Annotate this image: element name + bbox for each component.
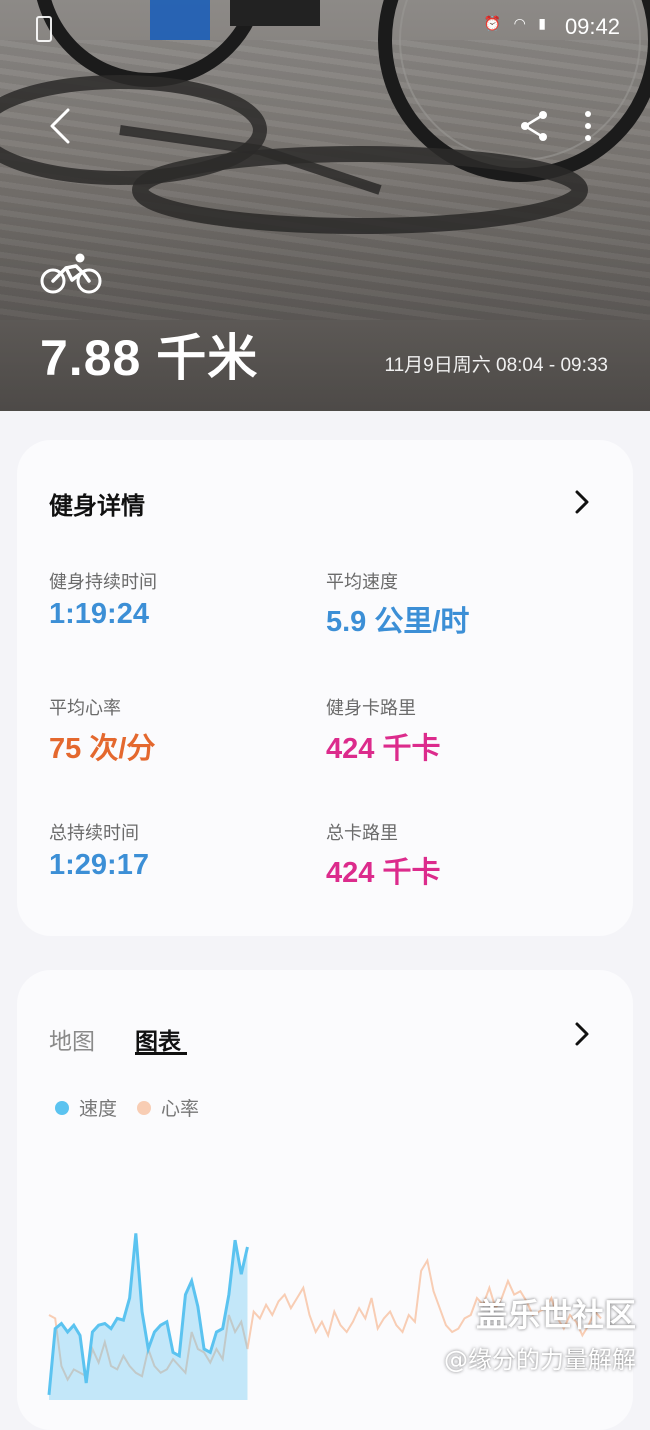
stat-value-duration: 1:19:24 (49, 598, 149, 630)
stat-label-total-duration: 总持续时间 (49, 823, 139, 844)
wifi-icon: ◠ (513, 16, 530, 32)
more-options-icon[interactable] (574, 106, 602, 146)
legend-label-heart-rate: 心率 (161, 1098, 200, 1120)
tab-chart[interactable]: 图表 (135, 1022, 181, 1056)
stat-label-workout-calories: 健身卡路里 (326, 698, 416, 719)
chevron-right-icon[interactable] (571, 488, 593, 516)
legend-item-speed[interactable]: 速度 (55, 1094, 117, 1121)
watermark-author: @缘分的力量解解 (444, 1346, 636, 1374)
distance-value: 7.88 千米 (40, 330, 259, 386)
tab-chart-underline (135, 1052, 187, 1055)
watermark-title: 盖乐世社区 (475, 1296, 636, 1334)
legend-label-speed: 速度 (79, 1098, 118, 1120)
stat-label-total-calories: 总卡路里 (326, 823, 398, 844)
legend-dot-heart-rate (137, 1100, 151, 1115)
stat-value-total-calories: 424 千卡 (326, 857, 441, 889)
stat-value-workout-calories: 424 千卡 (326, 733, 441, 765)
speed-series-area (49, 1233, 248, 1400)
legend-item-heart-rate[interactable]: 心率 (137, 1094, 199, 1121)
stat-label-duration: 健身持续时间 (49, 572, 157, 593)
legend-dot-speed (55, 1100, 69, 1115)
tab-map[interactable]: 地图 (49, 1022, 95, 1056)
cycling-icon (40, 253, 102, 294)
status-time: 09:42 (564, 14, 620, 39)
battery-icon (36, 16, 52, 42)
status-icons: ⏰ ◠ ▮ (484, 16, 550, 32)
alarm-icon: ⏰ (483, 16, 506, 32)
stat-value-avg-speed: 5.9 公里/时 (326, 606, 470, 638)
stat-value-avg-heart-rate: 75 次/分 (49, 733, 156, 765)
signal-icon: ▮ (538, 16, 550, 32)
hero-banner: ⏰ ◠ ▮ 09:42 7.88 千米 11月9日周六 08:04 - 09:3… (0, 0, 650, 411)
stat-label-avg-heart-rate: 平均心率 (49, 698, 121, 719)
share-icon[interactable] (516, 108, 552, 144)
workout-details-title: 健身详情 (49, 492, 145, 520)
stat-label-avg-speed: 平均速度 (326, 572, 398, 593)
chevron-right-icon[interactable] (571, 1020, 593, 1048)
status-bar: ⏰ ◠ ▮ 09:42 (0, 0, 650, 56)
workout-date-range: 11月9日周六 08:04 - 09:33 (384, 355, 608, 376)
back-arrow-icon[interactable] (44, 106, 78, 146)
workout-details-card[interactable]: 健身详情 健身持续时间 1:19:24 平均速度 5.9 公里/时 平均心率 7… (17, 440, 633, 936)
stat-value-total-duration: 1:29:17 (49, 849, 149, 881)
